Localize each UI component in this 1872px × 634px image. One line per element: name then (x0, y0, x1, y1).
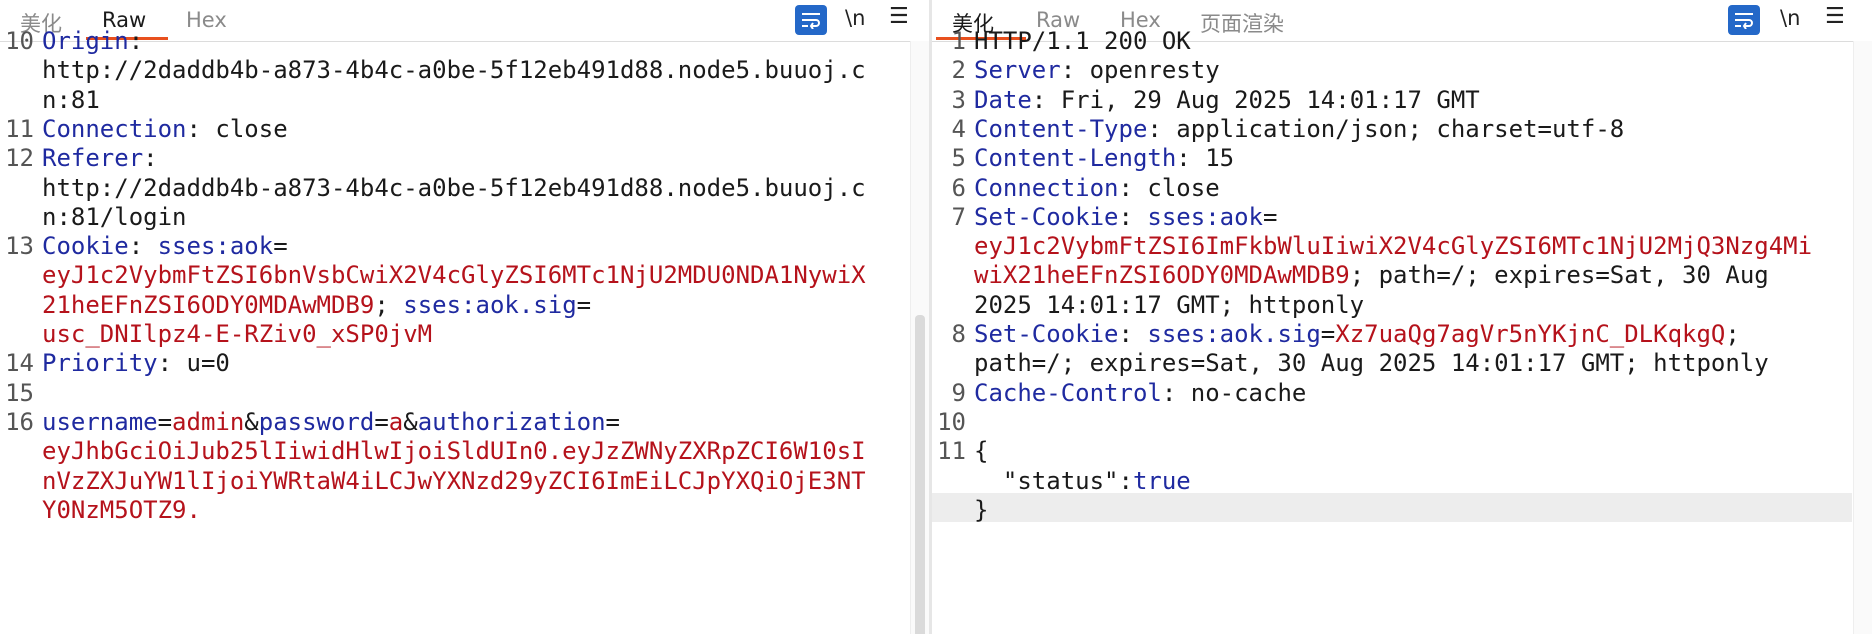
cookie-value: eyJ1c2VybmFtZSI6ImFkbWluIiwiX2V4cGlyZSI6… (974, 232, 1813, 261)
separator: = (576, 290, 592, 319)
code-text: http://2daddb4b-a873-4b4c-a0be-5f12eb491… (42, 56, 866, 85)
separator: : (186, 114, 216, 143)
separator: : (1118, 320, 1148, 348)
current-line-highlight (932, 492, 1852, 523)
header-value: application/json; charset=utf-8 (1176, 114, 1625, 143)
code-text: http://2daddb4b-a873-4b4c-a0be-5f12eb491… (42, 173, 866, 202)
cookie-value: eyJ1c2VybmFtZSI6bnVsbCwiX2V4cGlyZSI6MTc1… (42, 261, 866, 290)
separator: ; (374, 290, 404, 319)
header-name: Referer (42, 144, 144, 173)
header-value: 15 (1205, 144, 1235, 173)
code-text: 2025 14:01:17 GMT; httponly (974, 290, 1365, 319)
response-scrollbar[interactable] (1853, 41, 1872, 634)
code-text: { (974, 437, 989, 466)
cookie-name: sses:aok.sig (1147, 320, 1321, 348)
cookie-value: usc_DNIlpz4-E-RZiv0_xSP0jvM (42, 320, 433, 348)
param-value: a (388, 407, 404, 436)
separator: : (128, 232, 158, 261)
request-editor-pane: 美化 Raw Hex \n ☰ 10 Origin: http://2daddb4b… (0, 0, 929, 634)
param-separator: & (403, 407, 418, 436)
separator: : (1147, 114, 1177, 143)
request-scrollbar[interactable] (910, 41, 929, 634)
param-value: admin (172, 407, 245, 436)
cookie-value: Xz7uaQg7agVr5nYKjnC_DLKqkgQ (1335, 320, 1726, 348)
json-value: true (1132, 466, 1191, 495)
header-name: Date (974, 85, 1032, 114)
separator: : (143, 144, 158, 173)
code-text: path=/; expires=Sat, 30 Aug 2025 14:01:1… (974, 349, 1769, 378)
cookie-name: sses:aok.sig (403, 290, 577, 319)
header-name: Set-Cookie (974, 202, 1119, 231)
header-name: Content-Length (974, 144, 1177, 173)
separator: = (1320, 320, 1336, 348)
separator: ; (1725, 320, 1740, 348)
cookie-value: nVzZXJuYW1lIjoiYWRtaW4iLCJwYXNzd29yZCI6I… (42, 466, 866, 495)
json-key: "status" (1002, 466, 1119, 495)
param-equals: = (374, 407, 389, 436)
header-name: Content-Type (974, 114, 1148, 143)
separator: : (128, 27, 144, 55)
param-separator: & (244, 407, 259, 436)
cookie-name: sses:aok (157, 232, 274, 261)
header-value: u=0 (186, 349, 230, 378)
cookie-value: eyJhbGciOiJub25lIiwidHlwIjoiSldUIn0.eyJz… (42, 437, 866, 466)
separator: : (1060, 56, 1090, 85)
param-name: password (258, 407, 375, 436)
code-text: HTTP/1.1 200 OK (974, 27, 1191, 55)
cookie-name: sses:aok (1147, 202, 1263, 231)
header-name: Cookie (42, 232, 129, 261)
response-viewer-pane: 美化 Raw Hex 页面渲染 \n ☰ 1 HTTP/1.1 200 OK 2 Se… (932, 0, 1872, 634)
code-line: Y0NzM5OTZ9. (0, 493, 929, 528)
header-name: Priority (42, 349, 158, 378)
separator: : (1118, 173, 1148, 202)
separator: : (1176, 144, 1206, 173)
code-text: n:81/login (42, 202, 187, 231)
code-line: } (932, 492, 1872, 528)
cookie-value: wiX21heEFnZSI6ODY0MDAwMDB9 (974, 261, 1350, 290)
line-content: } (974, 493, 988, 528)
header-name: Origin (42, 27, 129, 55)
header-value: close (215, 114, 288, 143)
cookie-value: 21heEFnZSI6ODY0MDAwMDB9 (42, 290, 375, 319)
param-equals: = (157, 407, 173, 436)
header-value: close (1147, 173, 1220, 202)
cookie-attributes: ; path=/; expires=Sat, 30 Aug (1349, 261, 1769, 290)
separator: : (1031, 85, 1061, 114)
header-name: Cache-Control (974, 378, 1162, 407)
code-text: } (974, 495, 989, 524)
separator: = (273, 232, 288, 261)
separator: : (1118, 202, 1148, 231)
header-value: openresty (1089, 56, 1220, 85)
line-content: Y0NzM5OTZ9. (42, 493, 201, 528)
separator: : (1161, 378, 1191, 407)
param-equals: = (605, 407, 620, 436)
separator: = (1263, 202, 1278, 231)
separator: : (1118, 466, 1133, 495)
header-value: no-cache (1190, 378, 1307, 407)
separator: : (157, 349, 187, 378)
param-name: authorization (417, 407, 606, 436)
header-name: Set-Cookie (974, 320, 1119, 348)
code-text: n:81 (42, 85, 100, 114)
header-name: Connection (42, 114, 187, 143)
header-value: Fri, 29 Aug 2025 14:01:17 GMT (1060, 85, 1480, 114)
header-name: Connection (974, 173, 1119, 202)
header-name: Server (974, 56, 1061, 85)
request-scroll-thumb[interactable] (915, 315, 925, 634)
cookie-value: Y0NzM5OTZ9. (42, 495, 201, 524)
param-name: username (42, 407, 158, 436)
